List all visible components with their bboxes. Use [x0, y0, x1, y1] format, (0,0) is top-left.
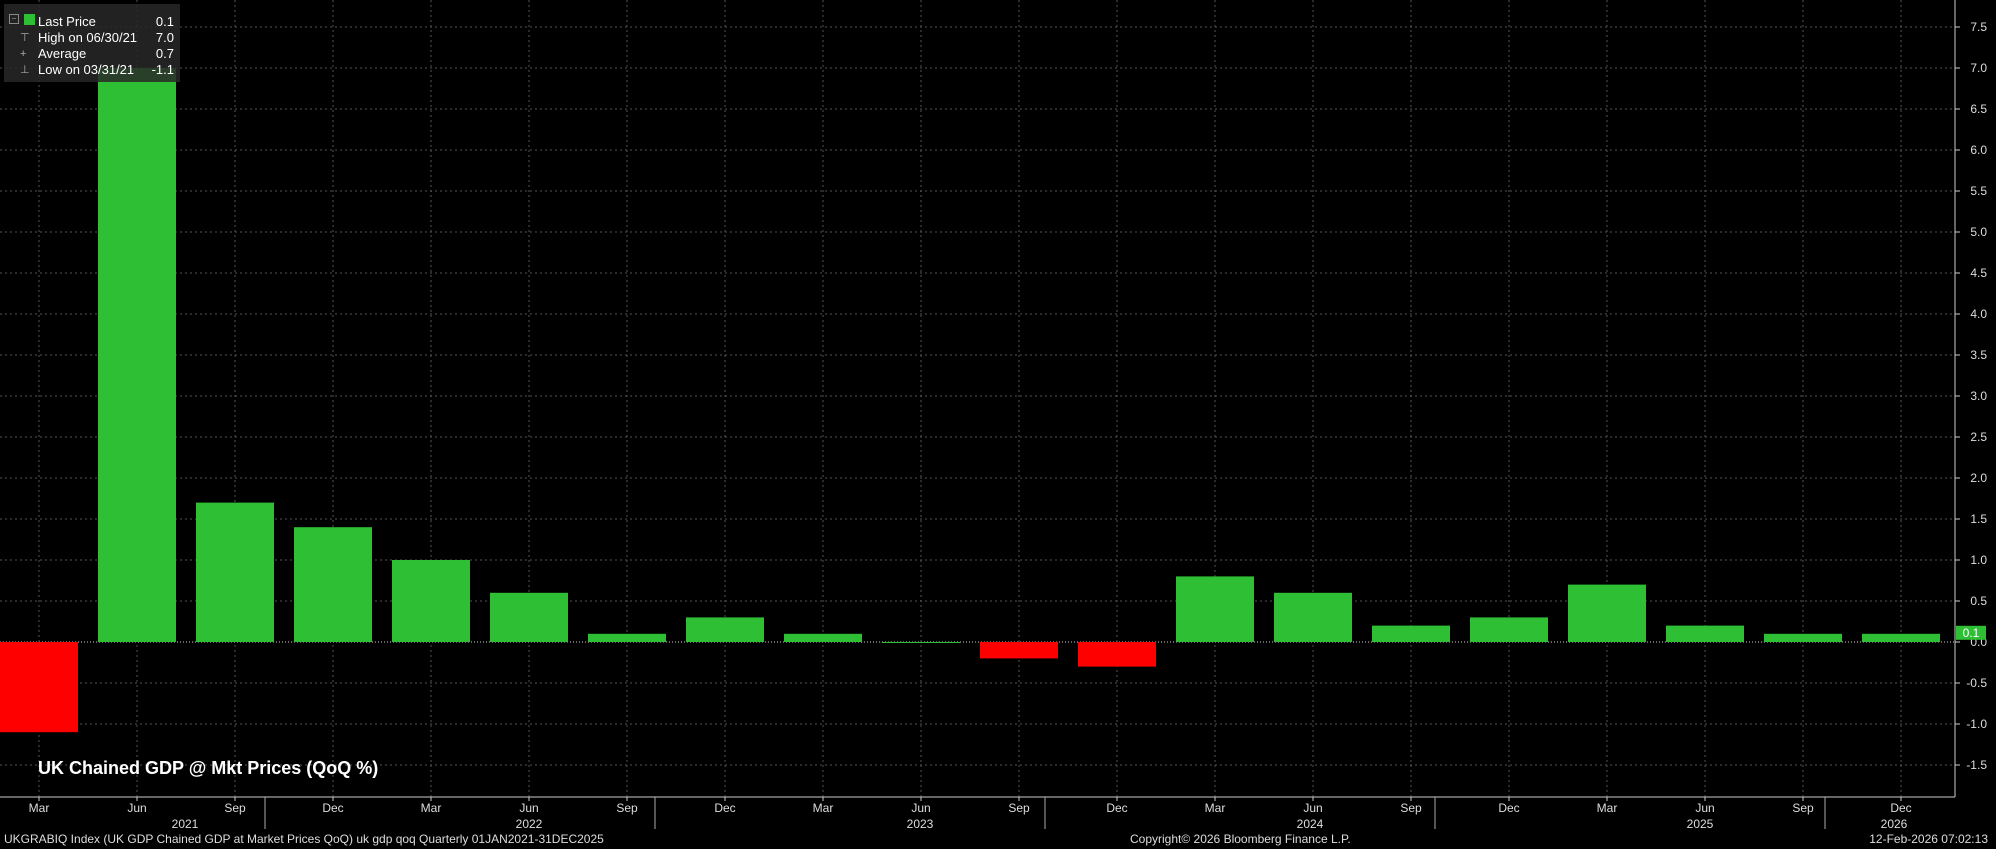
grid-lines: [0, 0, 1955, 797]
x-tick-label: Jun: [1695, 801, 1714, 815]
legend-label-low: Low on 03/31/21: [38, 62, 135, 77]
x-tick-label: Jun: [519, 801, 538, 815]
x-tick-label: Mar: [1205, 801, 1226, 815]
y-tick-label: 4.0: [1970, 307, 1987, 321]
bar-mar-2022: [392, 560, 470, 642]
legend-value-low: -1.1: [151, 62, 174, 77]
y-tick-label: 1.5: [1970, 512, 1987, 526]
legend-label-high: High on 06/30/21: [38, 30, 138, 45]
x-tick-label: Sep: [1008, 801, 1030, 815]
y-tick-label: 4.5: [1970, 266, 1987, 280]
x-year-label: 2024: [1297, 817, 1324, 831]
axes: -1.5-1.0-0.50.00.51.01.52.02.53.03.54.04…: [0, 0, 1987, 831]
y-tick-label: 2.0: [1970, 471, 1987, 485]
x-tick-label: Sep: [224, 801, 246, 815]
x-tick-label: Dec: [714, 801, 735, 815]
x-year-label: 2022: [516, 817, 543, 831]
y-tick-label: -0.5: [1966, 676, 1987, 690]
y-tick-label: 6.5: [1970, 102, 1987, 116]
bar-sep-2024: [1372, 625, 1450, 642]
average-marker-icon: +: [20, 48, 27, 60]
x-tick-label: Mar: [29, 801, 50, 815]
legend-label-last-price: Last Price: [38, 14, 96, 29]
legend: − Last Price 0.1 ⊤ High on 06/30/21 7.0 …: [4, 4, 180, 82]
low-marker-icon: ⊥: [20, 64, 30, 76]
y-tick-label: 7.5: [1970, 20, 1987, 34]
x-tick-label: Mar: [421, 801, 442, 815]
y-tick-label: 3.5: [1970, 348, 1987, 362]
footer-index-description: UKGRABIQ Index (UK GDP Chained GDP at Ma…: [4, 832, 604, 846]
chart-area: -1.5-1.0-0.50.00.51.01.52.02.53.03.54.04…: [0, 0, 1987, 831]
footer-copyright: Copyright© 2026 Bloomberg Finance L.P.: [1130, 832, 1351, 846]
legend-value-last-price: 0.1: [155, 14, 174, 29]
x-tick-label: Dec: [1890, 801, 1911, 815]
last-price-swatch-icon: [24, 14, 35, 25]
x-tick-label: Jun: [127, 801, 146, 815]
bar-dec-2024: [1470, 617, 1548, 642]
high-marker-icon: ⊤: [20, 32, 30, 44]
bar-mar-2023: [784, 633, 862, 642]
x-tick-label: Sep: [616, 801, 638, 815]
bar-jun-2022: [490, 592, 568, 642]
y-tick-label: 6.0: [1970, 143, 1987, 157]
bar-sep-2021: [196, 502, 274, 642]
collapse-icon[interactable]: −: [9, 14, 19, 24]
bar-dec-2023: [1078, 642, 1156, 667]
bar-dec-2022: [686, 617, 764, 642]
y-tick-label: 1.0: [1970, 553, 1987, 567]
bar-series: [0, 68, 1940, 733]
last-price-label: 0.1: [1963, 626, 1980, 640]
x-tick-label: Dec: [322, 801, 343, 815]
x-year-label: 2026: [1881, 817, 1908, 831]
y-tick-label: 7.0: [1970, 61, 1987, 75]
x-tick-label: Dec: [1498, 801, 1519, 815]
bar-mar-2021: [0, 642, 78, 733]
y-tick-label: 5.0: [1970, 225, 1987, 239]
legend-label-average: Average: [38, 46, 87, 61]
x-tick-label: Mar: [1597, 801, 1618, 815]
x-tick-label: Jun: [1303, 801, 1322, 815]
y-tick-label: 5.5: [1970, 184, 1987, 198]
bar-sep-2022: [588, 633, 666, 642]
x-year-label: 2025: [1687, 817, 1714, 831]
bar-jun-2025: [1666, 625, 1744, 642]
x-tick-label: Sep: [1400, 801, 1422, 815]
bar-mar-2024: [1176, 576, 1254, 642]
x-year-label: 2021: [172, 817, 199, 831]
x-tick-label: Mar: [813, 801, 834, 815]
y-tick-label: 2.5: [1970, 430, 1987, 444]
bar-jun-2023: [882, 642, 960, 643]
x-tick-label: Dec: [1106, 801, 1127, 815]
x-tick-label: Jun: [911, 801, 930, 815]
bar-dec-2025: [1862, 633, 1940, 642]
bar-mar-2025: [1568, 584, 1646, 642]
bar-sep-2023: [980, 642, 1058, 659]
bar-dec-2021: [294, 527, 372, 642]
footer-timestamp: 12-Feb-2026 07:02:13: [1869, 832, 1988, 846]
legend-value-high: 7.0: [155, 30, 174, 45]
y-tick-label: 3.0: [1970, 389, 1987, 403]
x-tick-label: Sep: [1792, 801, 1814, 815]
chart-title: UK Chained GDP @ Mkt Prices (QoQ %): [38, 758, 379, 778]
x-year-label: 2023: [907, 817, 934, 831]
y-tick-label: -1.5: [1966, 758, 1987, 772]
bar-sep-2025: [1764, 633, 1842, 642]
bar-jun-2024: [1274, 592, 1352, 642]
y-tick-label: 0.5: [1970, 594, 1987, 608]
bar-jun-2021: [98, 68, 176, 642]
y-tick-label: -1.0: [1966, 717, 1987, 731]
legend-value-average: 0.7: [155, 46, 174, 61]
